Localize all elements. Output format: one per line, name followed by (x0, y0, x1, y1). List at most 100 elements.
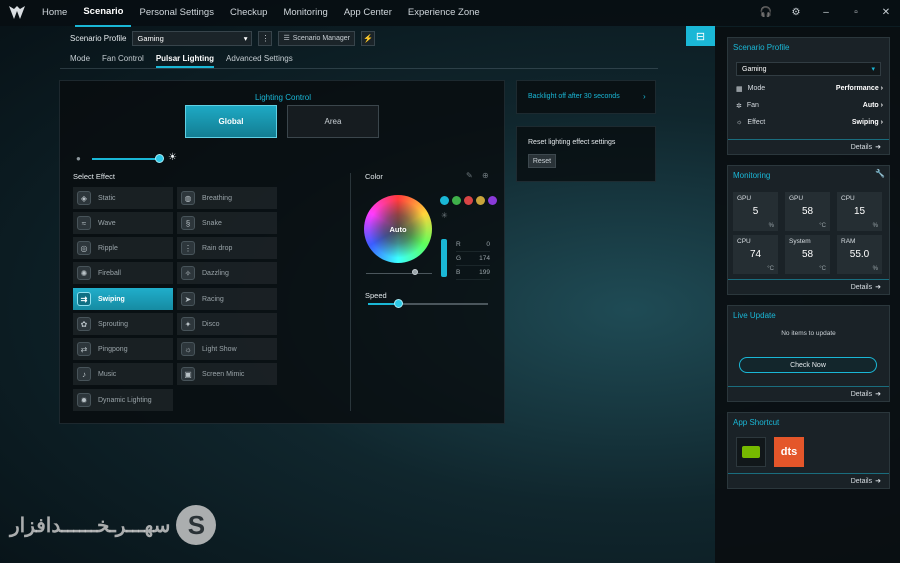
nav-home[interactable]: Home (34, 0, 75, 26)
live-update-details-link[interactable]: Details ➜ (728, 386, 889, 401)
nav-experience-zone[interactable]: Experience Zone (400, 0, 488, 26)
tab-fan-control[interactable]: Fan Control (102, 54, 144, 68)
global-button[interactable]: Global (185, 105, 277, 138)
chevron-down-icon: ▾ (871, 66, 875, 73)
wrench-icon[interactable]: 🔧 (875, 169, 885, 178)
tabs-divider (60, 68, 658, 69)
profile-value: Gaming (137, 33, 164, 43)
effect-dazzling[interactable]: ✧ Dazzling (177, 262, 277, 284)
effect-swiping[interactable]: ⇉ Swiping (73, 288, 173, 310)
effect-disco[interactable]: ✦ Disco (177, 313, 277, 335)
scenario-row-fan[interactable]: ✲ Fan Auto › (728, 97, 889, 114)
monitoring-details-link[interactable]: Details ➜ (728, 279, 889, 294)
check-now-button[interactable]: Check Now (739, 357, 877, 373)
dts-app-button[interactable]: dts (774, 437, 804, 467)
add-color-icon[interactable]: ⊕ (482, 171, 489, 180)
scenario-card-select[interactable]: Gaming ▾ (736, 62, 881, 76)
speed-knob[interactable] (394, 299, 403, 308)
effect-label: Racing (202, 295, 224, 303)
effect-ripple[interactable]: ◎ Ripple (73, 237, 173, 259)
effect-label: Light Show (202, 345, 237, 353)
monitor-cpu-usage: CPU 15% (837, 192, 882, 231)
row-value: Auto (862, 102, 879, 109)
scenario-row-mode[interactable]: ▦ Mode Performance › (728, 80, 889, 97)
brightness-slider[interactable] (92, 158, 160, 160)
effect-snake[interactable]: § Snake (177, 212, 277, 234)
effect-fireball[interactable]: ✺ Fireball (73, 262, 173, 284)
monitor-cpu-temp: CPU 74 °C (733, 235, 778, 274)
scenario-row-effect[interactable]: ☼ Effect Swiping › (728, 114, 889, 131)
minimize-button[interactable]: – (818, 4, 834, 20)
swatch-green[interactable] (452, 196, 461, 205)
nav-app-center[interactable]: App Center (336, 0, 400, 26)
backlight-text: Backlight off after 30 seconds (528, 93, 620, 100)
nvidia-app-button[interactable] (736, 437, 766, 467)
profile-select[interactable]: Gaming ▾ (132, 30, 253, 46)
monitor-ram-usage: RAM 55.0% (837, 235, 882, 274)
disco-icon: ✦ (181, 317, 195, 331)
app-shortcut-details-link[interactable]: Details ➜ (728, 473, 889, 488)
app-shortcut-title: App Shortcut (733, 418, 780, 427)
effect-pingpong[interactable]: ⇄ Pingpong (73, 338, 173, 360)
custom-swatch-icon[interactable]: ✳ (441, 211, 448, 220)
monitor-system-temp: System 58 °C (785, 235, 830, 274)
eyedropper-icon[interactable]: ✎ (466, 171, 473, 180)
effect-label: Fireball (98, 269, 121, 277)
rgb-blue-row[interactable]: B 199 (456, 266, 490, 280)
panel-toggle-icon[interactable]: ⊟ (686, 26, 715, 46)
tab-pulsar-lighting[interactable]: Pulsar Lighting (155, 54, 215, 68)
effect-music[interactable]: ♪ Music (73, 363, 173, 385)
close-button[interactable]: ✕ (878, 4, 894, 20)
details-label: Details (850, 477, 873, 485)
swatch-purple[interactable] (488, 196, 497, 205)
effect-dynamic-lighting[interactable]: ✹ Dynamic Lighting (73, 389, 173, 411)
effect-wave[interactable]: ≈ Wave (73, 212, 173, 234)
swatch-red[interactable] (464, 196, 473, 205)
scenario-manager-button[interactable]: ☰ Scenario Manager (278, 30, 355, 46)
scenario-card-value: Gaming (742, 65, 767, 73)
snake-icon: § (181, 216, 195, 230)
nav-checkup[interactable]: Checkup (222, 0, 276, 26)
swatch-yellow[interactable] (476, 196, 485, 205)
nav-monitoring[interactable]: Monitoring (275, 0, 335, 26)
tab-mode[interactable]: Mode (70, 54, 90, 68)
color-wheel[interactable]: Auto (364, 195, 432, 263)
light-show-icon: ☼ (181, 342, 195, 356)
effect-light-show[interactable]: ☼ Light Show (177, 338, 277, 360)
tile-label: RAM (841, 238, 856, 245)
monitor-gpu-usage: GPU 5% (733, 192, 778, 231)
color-wheel-slider-knob[interactable] (412, 269, 418, 275)
swatch-cyan[interactable] (440, 196, 449, 205)
gear-icon[interactable]: ⚙ (788, 4, 804, 20)
brightness-knob[interactable] (155, 154, 164, 163)
effect-breathing[interactable]: ◍ Breathing (177, 187, 277, 209)
lighting-panel: Lighting Control Global Area ● ☀ Select … (59, 80, 505, 424)
rgb-green-row[interactable]: G 174 (456, 252, 490, 266)
tab-advanced-settings[interactable]: Advanced Settings (226, 54, 293, 68)
effect-rain-drop[interactable]: ⋮ Rain drop (177, 237, 277, 259)
effect-sprouting[interactable]: ✿ Sprouting (73, 313, 173, 335)
nav-personal-settings[interactable]: Personal Settings (131, 0, 221, 26)
rgb-red-row[interactable]: R0 (456, 238, 490, 252)
scenario-details-link[interactable]: Details ➜ (728, 139, 889, 154)
row-value: Swiping (851, 119, 879, 126)
panel-divider (350, 173, 351, 411)
screen-mimic-icon: ▣ (181, 367, 195, 381)
color-wheel-slider[interactable] (366, 273, 432, 274)
reset-button[interactable]: Reset (528, 154, 556, 168)
details-label: Details (850, 283, 873, 291)
brightness-high-icon: ☀ (168, 152, 177, 163)
effect-racing[interactable]: ➤ Racing (177, 288, 277, 310)
backlight-panel[interactable]: Backlight off after 30 seconds › (516, 80, 656, 114)
effect-label: Pingpong (98, 345, 128, 353)
color-swatches (440, 196, 497, 205)
maximize-button[interactable]: ▫ (848, 4, 864, 20)
headset-icon[interactable]: 🎧 (758, 4, 774, 20)
nav-scenario[interactable]: Scenario (75, 0, 132, 27)
quick-switch-icon[interactable]: ⚡ (360, 30, 375, 46)
area-button[interactable]: Area (287, 105, 379, 138)
more-options-button[interactable]: ⋮ (258, 30, 273, 46)
effect-static[interactable]: ◈ Static (73, 187, 173, 209)
wave-icon: ≈ (77, 216, 91, 230)
effect-screen-mimic[interactable]: ▣ Screen Mimic (177, 363, 277, 385)
